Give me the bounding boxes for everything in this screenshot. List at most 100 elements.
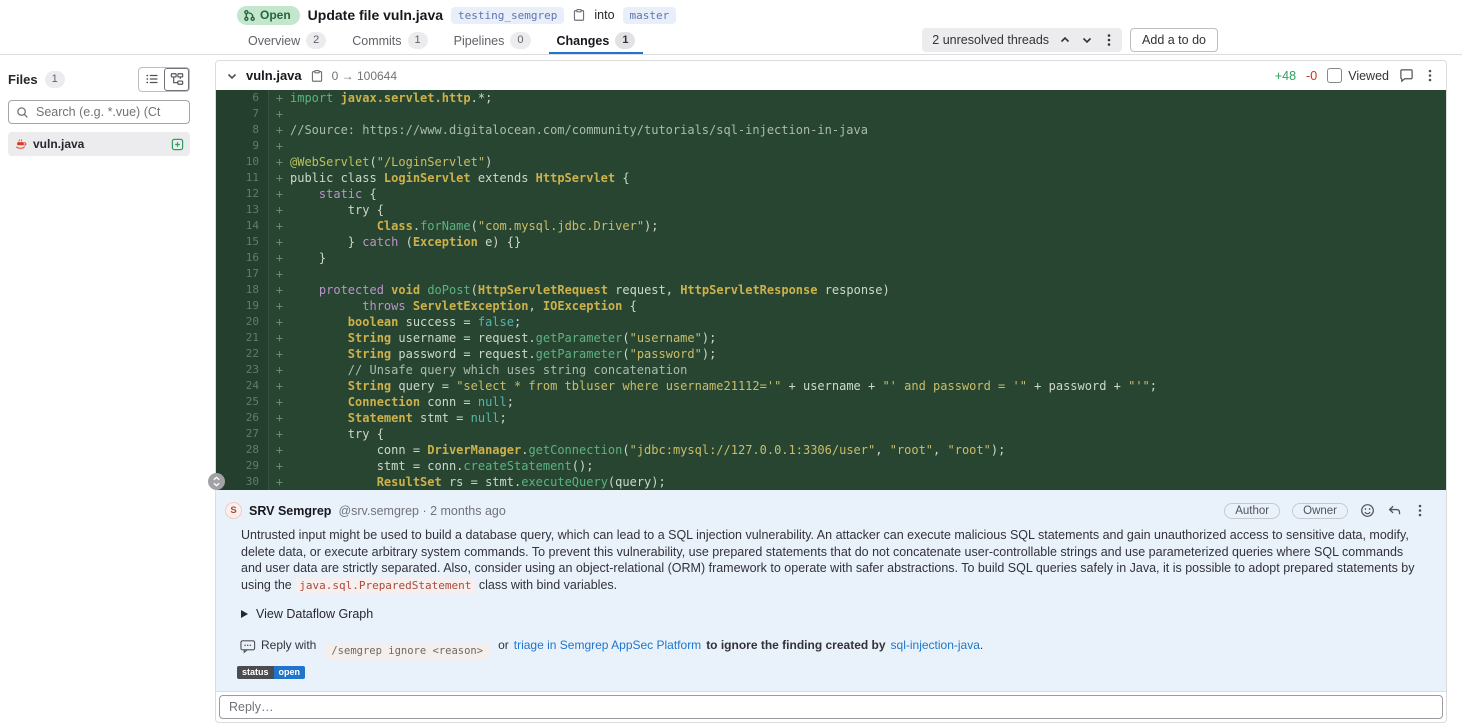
diff-sign: +: [275, 363, 284, 377]
tab-commits-count: 1: [407, 32, 428, 49]
copy-branch-icon[interactable]: [572, 8, 586, 22]
file-browser-sidebar: Files 1 Search (e.g. *.vue) (Ct vuln.jav…: [8, 66, 190, 156]
line-number[interactable]: 6: [216, 90, 269, 106]
next-thread-button[interactable]: [1077, 30, 1097, 50]
expand-lines-button[interactable]: [208, 473, 225, 490]
dataflow-graph-toggle[interactable]: View Dataflow Graph: [241, 607, 1426, 621]
hint-middle: to ignore the finding created by: [706, 638, 886, 652]
tab-changes[interactable]: Changes 1: [549, 27, 644, 54]
diff-file-name[interactable]: vuln.java: [246, 68, 302, 83]
file-tree-item-vuln-java[interactable]: vuln.java: [8, 132, 190, 156]
list-view-button[interactable]: [139, 68, 164, 91]
line-number[interactable]: 21: [216, 330, 269, 346]
diff-sign: +: [275, 459, 284, 473]
author-name[interactable]: SRV Semgrep: [249, 504, 331, 518]
tab-pipelines[interactable]: Pipelines 0: [446, 27, 539, 54]
appsec-platform-link[interactable]: triage in Semgrep AppSec Platform: [514, 638, 701, 652]
diff-sign: +: [275, 443, 284, 457]
source-branch-chip[interactable]: testing_semgrep: [451, 6, 565, 24]
copy-file-path-icon[interactable]: [310, 69, 324, 83]
tab-pipelines-count: 0: [510, 32, 531, 49]
diff-sign: +: [275, 187, 284, 201]
diff-sign: +: [275, 235, 284, 249]
diff-sign: +: [275, 139, 284, 153]
line-number[interactable]: 16: [216, 250, 269, 266]
line-number[interactable]: 19: [216, 298, 269, 314]
line-number[interactable]: 17: [216, 266, 269, 282]
diff-sign: +: [275, 203, 284, 217]
viewed-checkbox[interactable]: [1327, 68, 1343, 83]
code-text: Class.forName("com.mysql.jdbc.Driver");: [376, 219, 659, 233]
line-number[interactable]: 7: [216, 106, 269, 122]
diff-line: 15 + } catch (Exception e) {}: [216, 234, 1446, 250]
reply-button[interactable]: [1387, 503, 1402, 518]
mr-title: Update file vuln.java: [307, 7, 444, 23]
line-number[interactable]: 20: [216, 314, 269, 330]
tab-overview[interactable]: Overview 2: [240, 27, 334, 54]
diff-line: 14 + Class.forName("com.mysql.jdbc.Driver…: [216, 218, 1446, 234]
file-tree-item-label: vuln.java: [33, 137, 85, 151]
added-lines-stat: +48: [1274, 68, 1297, 83]
file-view-toggle: [138, 66, 190, 92]
line-number[interactable]: 22: [216, 346, 269, 362]
removed-lines-stat: -0: [1306, 68, 1318, 83]
line-number[interactable]: 29: [216, 458, 269, 474]
line-number[interactable]: 14: [216, 218, 269, 234]
line-number[interactable]: 13: [216, 202, 269, 218]
code-text: String query = "select * from tbluser wh…: [347, 379, 1158, 393]
diff-line: 10 + @WebServlet("/LoginServlet"): [216, 154, 1446, 170]
diff-file-actions: +48 -0 Viewed: [1275, 68, 1436, 83]
threads-menu-button[interactable]: [1099, 30, 1119, 50]
file-search-input[interactable]: [34, 104, 182, 120]
tree-view-icon: [170, 72, 184, 86]
diff-sign: +: [275, 347, 284, 361]
line-number[interactable]: 11: [216, 170, 269, 186]
line-number[interactable]: 8: [216, 122, 269, 138]
semgrep-reply-hint: Reply with /semgrep ignore <reason> or t…: [240, 638, 1426, 659]
collapse-file-icon[interactable]: [226, 70, 238, 82]
dataflow-graph-label: View Dataflow Graph: [256, 607, 374, 621]
diff-line: 27 + try {: [216, 426, 1446, 442]
previous-thread-button[interactable]: [1055, 30, 1075, 50]
line-number[interactable]: 27: [216, 426, 269, 442]
diff-code: 6 + import javax.servlet.http.*; 7 +8 +//Sour…: [216, 90, 1446, 490]
line-number[interactable]: 24: [216, 378, 269, 394]
file-options-kebab-icon[interactable]: [1424, 68, 1436, 83]
line-number[interactable]: 9: [216, 138, 269, 154]
note-actions: Author Owner: [1224, 502, 1426, 519]
line-number[interactable]: 23: [216, 362, 269, 378]
search-icon: [16, 106, 29, 119]
chevron-down-icon: [1081, 34, 1093, 46]
diff-line: 17 +: [216, 266, 1446, 282]
line-number[interactable]: 28: [216, 442, 269, 458]
line-number[interactable]: 12: [216, 186, 269, 202]
avatar[interactable]: S: [225, 502, 242, 519]
code-text: Statement stmt = null;: [347, 411, 507, 425]
diff-sign: +: [275, 219, 284, 233]
line-number[interactable]: 18: [216, 282, 269, 298]
tree-view-button[interactable]: [164, 67, 189, 91]
java-file-icon: [14, 138, 27, 151]
diff-sign: +: [275, 171, 284, 185]
comment-bubble-icon[interactable]: [1399, 68, 1414, 83]
line-number[interactable]: 25: [216, 394, 269, 410]
plus-square-icon: [171, 138, 184, 151]
diff-line: 11 + public class LoginServlet extends Htt…: [216, 170, 1446, 186]
add-todo-button[interactable]: Add a to do: [1130, 28, 1218, 52]
diff-file-header: vuln.java 0 → 100644 +48 -0 Viewed: [216, 61, 1446, 90]
award-emoji-button[interactable]: [1360, 503, 1375, 518]
line-number[interactable]: 15: [216, 234, 269, 250]
target-branch-chip[interactable]: master: [622, 6, 677, 24]
diff-line: 26 + Statement stmt = null;: [216, 410, 1446, 426]
viewed-label: Viewed: [1348, 68, 1389, 83]
reply-input[interactable]: [219, 695, 1443, 719]
chevron-up-icon: [1059, 34, 1071, 46]
tab-commits[interactable]: Commits 1: [344, 27, 435, 54]
rule-link[interactable]: sql-injection-java: [891, 638, 980, 652]
note-options-kebab-icon[interactable]: [1414, 503, 1426, 518]
note-body: Untrusted input might be used to build a…: [241, 527, 1426, 594]
line-number[interactable]: 26: [216, 410, 269, 426]
mr-tabs: Overview 2 Commits 1 Pipelines 0 Changes…: [0, 27, 1462, 55]
line-number[interactable]: 10: [216, 154, 269, 170]
hint-prefix: Reply with: [261, 638, 317, 652]
